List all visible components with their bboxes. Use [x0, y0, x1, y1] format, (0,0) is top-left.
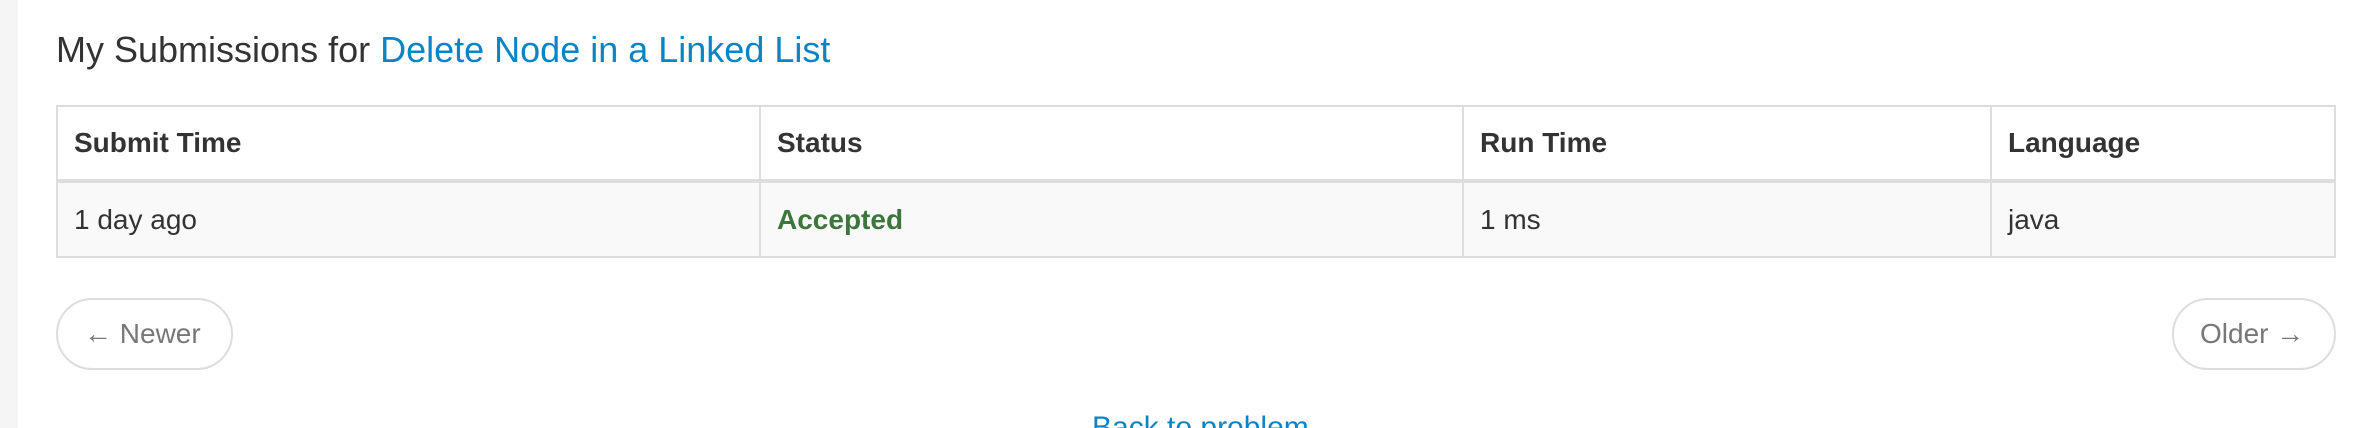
column-header-status: Status: [759, 105, 1464, 183]
table-header-row: Submit Time Status Run Time Language: [56, 105, 2336, 183]
problem-link[interactable]: Delete Node in a Linked List: [380, 29, 830, 70]
column-header-run-time: Run Time: [1462, 105, 1992, 183]
language-cell: java: [1990, 180, 2336, 258]
status-cell[interactable]: Accepted: [759, 180, 1464, 258]
column-header-submit-time: Submit Time: [56, 105, 761, 183]
page-title: My Submissions for Delete Node in a Link…: [56, 24, 830, 76]
newer-button[interactable]: ← Newer: [56, 298, 233, 370]
older-button[interactable]: Older →: [2172, 298, 2336, 370]
status-link[interactable]: Accepted: [777, 204, 903, 235]
run-time-cell: 1 ms: [1462, 180, 1992, 258]
column-header-language: Language: [1990, 105, 2336, 183]
table-row: 1 day ago Accepted 1 ms java: [56, 180, 2336, 258]
submissions-table: Submit Time Status Run Time Language 1 d…: [56, 105, 2336, 258]
submit-time-cell: 1 day ago: [56, 180, 761, 258]
left-sidebar-strip: [0, 0, 18, 428]
submissions-page: My Submissions for Delete Node in a Link…: [0, 0, 2378, 428]
page-title-prefix: My Submissions for: [56, 29, 381, 70]
back-to-problem-link[interactable]: Back to problem: [1092, 410, 1309, 428]
